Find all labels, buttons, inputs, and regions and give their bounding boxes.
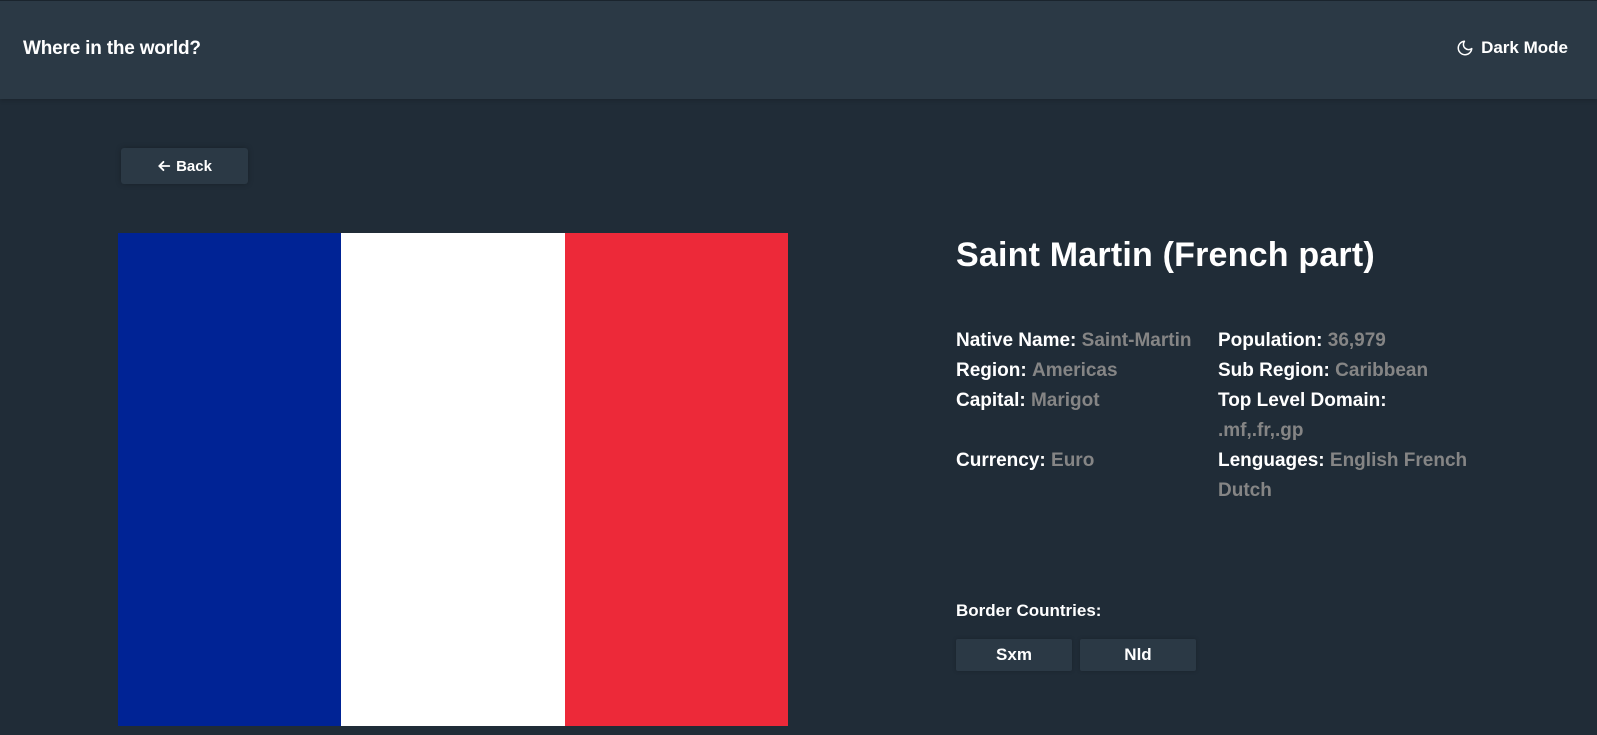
flag-stripe-blue (118, 233, 342, 726)
back-button-label: Back (176, 157, 212, 175)
country-name: Saint Martin (French part) (956, 236, 1375, 274)
border-country-button[interactable]: Nld (1080, 639, 1196, 671)
border-countries-label: Border Countries: (956, 601, 1102, 620)
top-level-domain-value-row: .mf,.fr,.gp (1218, 416, 1488, 446)
border-countries-list: Sxm Nld (956, 639, 1196, 671)
region-label: Region: (956, 360, 1027, 381)
region-value: Americas (1032, 360, 1118, 381)
currency-label: Currency: (956, 450, 1046, 471)
population-value: 36,979 (1327, 330, 1386, 351)
capital-row: Capital: Marigot (956, 386, 1216, 416)
population-label: Population: (1218, 330, 1323, 351)
info-column-primary: Native Name: Saint-Martin Region: Americ… (956, 326, 1216, 476)
back-button[interactable]: Back (121, 148, 248, 184)
sub-region-value: Caribbean (1335, 360, 1429, 381)
capital-label: Capital: (956, 390, 1026, 411)
moon-icon (1456, 39, 1474, 57)
flag-stripe-red (564, 233, 788, 726)
dark-mode-toggle[interactable]: Dark Mode (1456, 38, 1568, 58)
native-name-value: Saint-Martin (1081, 330, 1192, 351)
native-name-label: Native Name: (956, 330, 1077, 351)
sub-region-label: Sub Region: (1218, 360, 1330, 381)
languages-label: Lenguages: (1218, 450, 1325, 471)
country-flag (118, 233, 788, 726)
info-column-secondary: Population: 36,979 Sub Region: Caribbean… (1218, 326, 1488, 506)
flag-stripe-white (341, 233, 565, 726)
top-level-domain-value: .mf,.fr,.gp (1218, 420, 1304, 441)
sub-region-row: Sub Region: Caribbean (1218, 356, 1488, 386)
dark-mode-label: Dark Mode (1481, 38, 1568, 57)
languages-row: Lenguages: English French (1218, 446, 1488, 476)
top-header: Where in the world? Dark Mode (0, 0, 1597, 99)
capital-value: Marigot (1030, 390, 1100, 411)
languages-value: English French (1329, 450, 1468, 471)
languages-value-continued: Dutch (1218, 480, 1272, 501)
currency-value: Euro (1051, 450, 1095, 471)
top-level-domain-row: Top Level Domain: (1218, 386, 1488, 416)
currency-row: Currency: Euro (956, 446, 1216, 476)
languages-row-continued: Dutch (1218, 476, 1488, 506)
app-title: Where in the world? (23, 38, 201, 59)
population-row: Population: 36,979 (1218, 326, 1488, 356)
border-country-button[interactable]: Sxm (956, 639, 1072, 671)
region-row: Region: Americas (956, 356, 1216, 386)
native-name-row: Native Name: Saint-Martin (956, 326, 1216, 356)
arrow-left-icon (157, 159, 171, 173)
top-level-domain-label: Top Level Domain: (1218, 390, 1387, 411)
